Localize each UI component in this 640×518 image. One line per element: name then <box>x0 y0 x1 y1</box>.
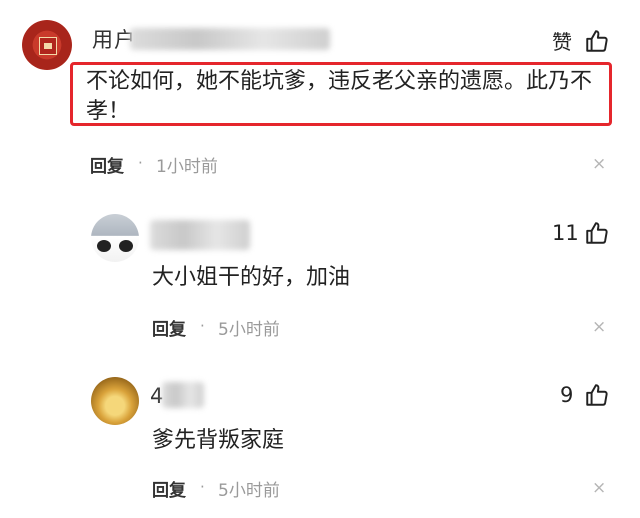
like-count: 11 <box>552 221 579 245</box>
avatar-seal[interactable] <box>22 20 72 70</box>
separator-dot: · <box>138 154 143 172</box>
blurred-username <box>162 382 204 408</box>
timestamp: 5小时前 <box>218 481 280 501</box>
thumbs-up-icon[interactable] <box>584 382 610 408</box>
thumbs-up-icon[interactable] <box>584 220 610 246</box>
close-icon[interactable]: × <box>592 478 606 498</box>
reply-button[interactable]: 回复 <box>90 152 124 177</box>
comment-text: 爹先背叛家庭 <box>152 428 285 453</box>
comment-text-line: 孝！ <box>86 99 131 124</box>
reply-button[interactable]: 回复 <box>152 315 186 340</box>
blurred-username <box>150 220 250 250</box>
timestamp: 1小时前 <box>156 157 218 177</box>
timestamp: 5小时前 <box>218 320 280 340</box>
comment-text-line: 不论如何，她不能坑爹，违反老父亲的遗愿。此乃不 <box>86 69 593 94</box>
avatar-panda[interactable] <box>91 214 139 262</box>
close-icon[interactable]: × <box>592 317 606 337</box>
blurred-username <box>130 28 330 50</box>
avatar-gold[interactable] <box>91 377 139 425</box>
comment-text: 大小姐干的好，加油 <box>152 265 351 290</box>
separator-dot: · <box>200 317 205 335</box>
reply-button[interactable]: 回复 <box>152 476 186 501</box>
separator-dot: · <box>200 478 205 496</box>
like-count: 9 <box>560 383 574 407</box>
like-label[interactable]: 赞 <box>552 26 572 55</box>
thumbs-up-icon[interactable] <box>584 28 610 54</box>
close-icon[interactable]: × <box>592 154 606 174</box>
